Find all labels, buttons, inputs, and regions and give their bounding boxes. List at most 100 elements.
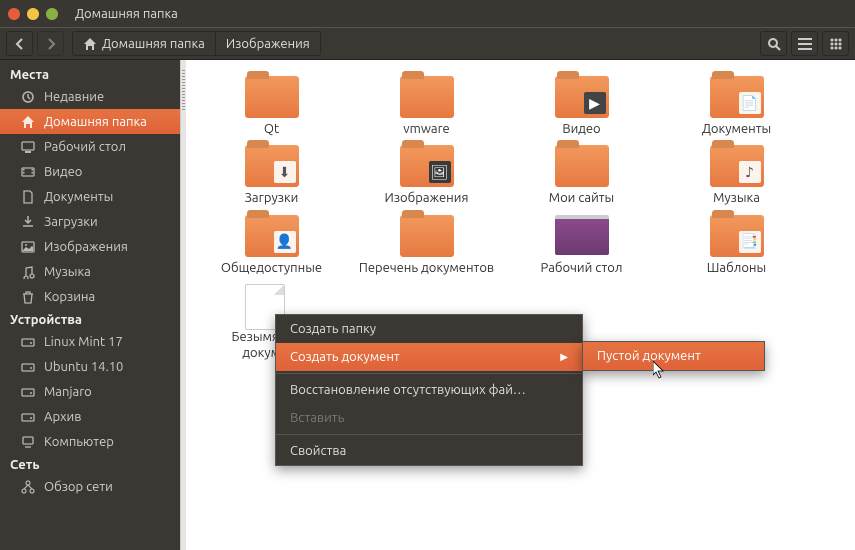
folder-icon: 📑 <box>710 215 764 257</box>
folder-item-4[interactable]: ⬇Загрузки <box>194 145 349 206</box>
sidebar-section-places: Места <box>10 68 180 82</box>
submenu: Пустой документ <box>582 341 765 371</box>
folder-icon: ▶ <box>555 76 609 118</box>
main-area: Места Недавние Домашняя папка Рабочий стол В… <box>0 60 855 550</box>
sidebar-item-places-7[interactable]: Музыка <box>0 259 180 284</box>
sidebar-item-places-2[interactable]: Рабочий стол <box>0 134 180 159</box>
trash-icon <box>20 289 36 305</box>
sidebar[interactable]: Места Недавние Домашняя папка Рабочий стол В… <box>0 60 180 550</box>
folder-icon: 👤 <box>245 215 299 257</box>
folder-item-5[interactable]: 🖼 Изображения <box>349 145 504 206</box>
menu-properties[interactable]: Свойства <box>276 437 582 465</box>
folder-icon <box>245 76 299 118</box>
drive-icon <box>20 409 36 425</box>
search-button[interactable] <box>760 31 787 56</box>
titlebar[interactable]: Домашняя папка <box>0 0 855 27</box>
toolbar: Домашняя папка Изображения <box>0 27 855 60</box>
home-icon <box>83 37 97 51</box>
folder-label: Изображения <box>385 190 469 206</box>
list-view-button[interactable] <box>791 31 818 56</box>
sidebar-item-label: Домашняя папка <box>44 115 147 129</box>
sidebar-item-devices-2[interactable]: Manjaro <box>0 379 180 404</box>
folder-item-11[interactable]: 📑 Шаблоны <box>659 215 814 276</box>
path-bar: Домашняя папка Изображения <box>72 31 321 56</box>
folder-label: Мои сайты <box>549 190 614 206</box>
sidebar-item-places-0[interactable]: Недавние <box>0 84 180 109</box>
folder-item-7[interactable]: ♪Музыка <box>659 145 814 206</box>
sidebar-item-devices-1[interactable]: Ubuntu 14.10 <box>0 354 180 379</box>
folder-icon <box>400 76 454 118</box>
menu-separator <box>276 434 582 435</box>
folder-item-3[interactable]: 📄 Документы <box>659 76 814 137</box>
sidebar-item-label: Linux Mint 17 <box>44 335 123 349</box>
drive-icon <box>20 384 36 400</box>
folder-item-6[interactable]: Мои сайты <box>504 145 659 206</box>
folder-item-9[interactable]: Перечень документов <box>349 215 504 276</box>
content-view[interactable]: Qt vmware ▶ Видео 📄 Документы ⬇Загрузки 🖼 Изобра… <box>186 60 855 550</box>
folder-item-2[interactable]: ▶ Видео <box>504 76 659 137</box>
network-icon <box>20 479 36 495</box>
minimize-icon[interactable] <box>27 8 39 20</box>
sidebar-item-label: Архив <box>44 410 81 424</box>
computer-icon <box>20 434 36 450</box>
desktop-icon <box>20 139 36 155</box>
sidebar-item-label: Ubuntu 14.10 <box>44 360 123 374</box>
folder-label: Шаблоны <box>707 260 766 276</box>
folder-icon: 📄 <box>710 76 764 118</box>
sidebar-item-network-0[interactable]: Обзор сети <box>0 474 180 499</box>
menu-create-folder[interactable]: Создать папку <box>276 315 582 343</box>
folder-label: Документы <box>702 121 771 137</box>
sidebar-item-label: Загрузки <box>44 215 98 229</box>
sidebar-item-devices-0[interactable]: Linux Mint 17 <box>0 329 180 354</box>
sidebar-item-places-3[interactable]: Видео <box>0 159 180 184</box>
folder-label: Видео <box>562 121 600 137</box>
sidebar-item-devices-3[interactable]: Архив <box>0 404 180 429</box>
sidebar-item-places-5[interactable]: Загрузки <box>0 209 180 234</box>
menu-separator <box>276 373 582 374</box>
drive-icon <box>20 334 36 350</box>
sidebar-item-places-8[interactable]: Корзина <box>0 284 180 309</box>
path-home-button[interactable]: Домашняя папка <box>72 31 216 56</box>
menu-empty-document[interactable]: Пустой документ <box>583 342 764 370</box>
folder-icon <box>400 215 454 257</box>
home-icon <box>20 114 36 130</box>
folder-icon <box>555 215 609 257</box>
sidebar-resize-handle[interactable] <box>180 60 186 550</box>
maximize-icon[interactable] <box>46 8 58 20</box>
picture-icon <box>20 239 36 255</box>
sidebar-item-label: Обзор сети <box>44 480 113 494</box>
menu-create-document[interactable]: Создать документ ▶ <box>276 343 582 371</box>
folder-label: Перечень документов <box>359 260 494 276</box>
sidebar-item-places-4[interactable]: Документы <box>0 184 180 209</box>
clock-icon <box>20 89 36 105</box>
window-title: Домашняя папка <box>75 7 178 21</box>
grid-icon <box>829 37 843 51</box>
sidebar-item-places-1[interactable]: Домашняя папка <box>0 109 180 134</box>
path-child-button[interactable]: Изображения <box>216 31 321 56</box>
close-icon[interactable] <box>8 8 20 20</box>
folder-label: vmware <box>403 121 449 137</box>
folder-item-0[interactable]: Qt <box>194 76 349 137</box>
sidebar-item-label: Недавние <box>44 90 104 104</box>
sidebar-section-devices: Устройства <box>10 313 180 327</box>
menu-restore-missing[interactable]: Восстановление отсутствующих фай… <box>276 376 582 404</box>
folder-label: Общедоступные <box>221 260 322 276</box>
sidebar-item-devices-4[interactable]: Компьютер <box>0 429 180 454</box>
back-button[interactable] <box>6 31 33 56</box>
folder-item-8[interactable]: 👤 Общедоступные <box>194 215 349 276</box>
forward-button[interactable] <box>37 31 64 56</box>
list-icon <box>798 38 812 50</box>
grid-view-button[interactable] <box>822 31 849 56</box>
folder-icon: 🖼 <box>400 145 454 187</box>
sidebar-item-label: Видео <box>44 165 82 179</box>
download-icon <box>20 214 36 230</box>
submenu-arrow-icon: ▶ <box>560 351 568 363</box>
folder-item-10[interactable]: Рабочий стол <box>504 215 659 276</box>
folder-item-1[interactable]: vmware <box>349 76 504 137</box>
folder-icon: ⬇ <box>245 145 299 187</box>
sidebar-section-network: Сеть <box>10 458 180 472</box>
menu-paste[interactable]: Вставить <box>276 404 582 432</box>
search-icon <box>767 37 781 51</box>
sidebar-item-places-6[interactable]: Изображения <box>0 234 180 259</box>
drive-icon <box>20 359 36 375</box>
